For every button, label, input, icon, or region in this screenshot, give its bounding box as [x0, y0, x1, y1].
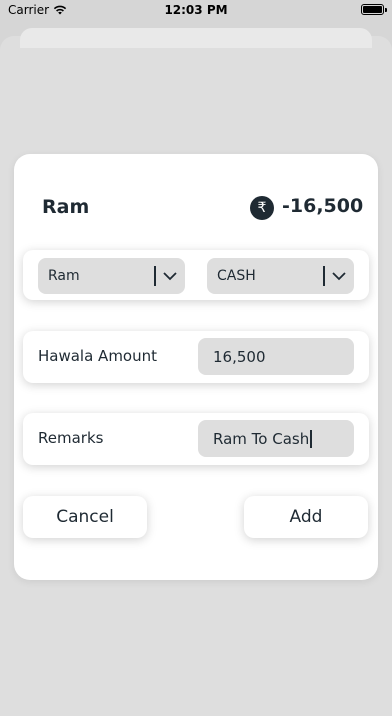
add-button[interactable]: Add: [244, 496, 368, 538]
remarks-input[interactable]: Ram To Cash: [198, 420, 354, 457]
text-caret: [310, 429, 313, 448]
account-balance: -16,500: [282, 195, 364, 217]
remarks-card: Remarks Ram To Cash: [23, 413, 369, 465]
from-account-select[interactable]: Ram: [38, 258, 185, 294]
status-time: 12:03 PM: [164, 3, 228, 17]
cancel-button[interactable]: Cancel: [23, 496, 147, 538]
hawala-amount-label: Hawala Amount: [38, 347, 158, 365]
chevron-down-icon[interactable]: [161, 267, 179, 285]
select-divider: [323, 266, 325, 286]
remarks-value: Ram To Cash: [213, 429, 310, 448]
chevron-down-icon[interactable]: [330, 267, 348, 285]
select-divider: [154, 266, 156, 286]
sheet-top-edge: [20, 28, 372, 48]
hawala-amount-input[interactable]: 16,500: [198, 338, 354, 375]
to-account-select[interactable]: CASH: [207, 258, 354, 294]
status-bar: Carrier 12:03 PM: [0, 0, 392, 20]
account-name: Ram: [42, 196, 90, 218]
rupee-icon: ₹: [250, 196, 274, 220]
from-account-value: Ram: [48, 268, 80, 284]
to-account-value: CASH: [217, 268, 256, 284]
battery-icon: [361, 4, 387, 15]
transfer-dialog: Ram ₹ -16,500 Ram CASH Hawala Amount 16,…: [14, 154, 378, 580]
hawala-amount-card: Hawala Amount 16,500: [23, 331, 369, 383]
remarks-label: Remarks: [38, 429, 104, 447]
dropdowns-card: Ram CASH: [23, 250, 369, 300]
hawala-amount-value: 16,500: [213, 347, 266, 366]
